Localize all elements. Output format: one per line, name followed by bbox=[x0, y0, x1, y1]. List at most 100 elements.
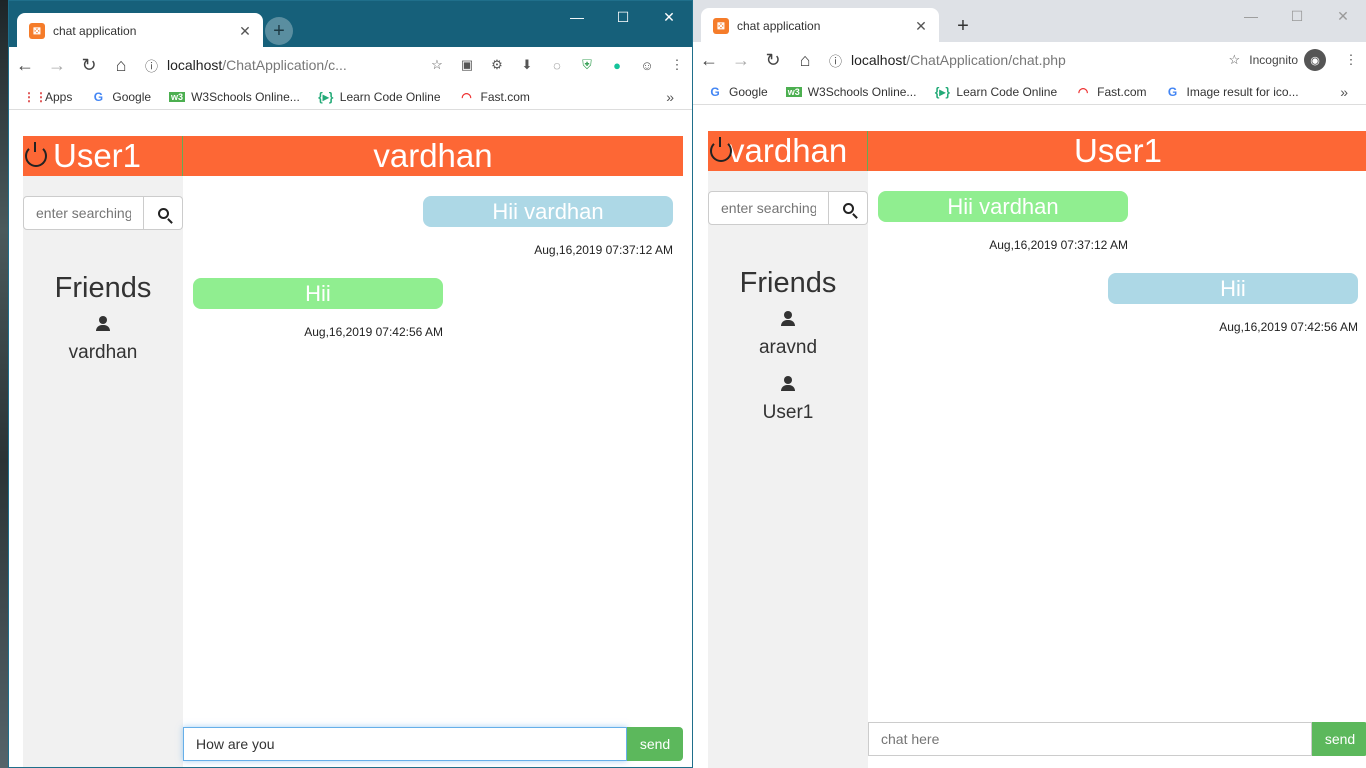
current-user-name: vardhan bbox=[728, 132, 848, 169]
friends-sidebar: Friends aravnd User1 bbox=[708, 171, 868, 768]
info-icon[interactable]: ⓘ bbox=[145, 56, 167, 75]
search-input[interactable] bbox=[23, 196, 144, 230]
speed-icon: ◠ bbox=[461, 89, 472, 104]
home-button[interactable]: ⌂ bbox=[105, 55, 137, 76]
code-icon: {▸} bbox=[934, 84, 951, 99]
menu-dots-icon[interactable]: ⋮ bbox=[1336, 52, 1366, 68]
bookmark-learn-code[interactable]: {▸} Learn Code Online bbox=[934, 85, 1057, 99]
bookmark-learn-code[interactable]: {▸} Learn Code Online bbox=[318, 89, 440, 104]
message-timestamp: Aug,16,2019 07:42:56 AM bbox=[304, 325, 443, 339]
address-bar[interactable]: ⓘ localhost/ChatApplication/c... bbox=[145, 50, 422, 80]
bookmark-w3schools[interactable]: w3 W3Schools Online... bbox=[785, 85, 916, 99]
forward-button[interactable]: → bbox=[41, 55, 73, 76]
bookmark-star-icon[interactable]: ☆ bbox=[1219, 52, 1249, 68]
message-timestamp: Aug,16,2019 07:37:12 AM bbox=[534, 243, 673, 257]
message-timestamp: Aug,16,2019 07:37:12 AM bbox=[989, 238, 1128, 252]
message-timestamp: Aug,16,2019 07:42:56 AM bbox=[1219, 320, 1358, 334]
logout-power-icon[interactable] bbox=[25, 142, 47, 167]
message-bubble: Hii bbox=[193, 278, 443, 309]
close-window-button[interactable]: ✕ bbox=[646, 5, 692, 29]
bookmark-fast[interactable]: ◠ Fast.com bbox=[1075, 85, 1147, 99]
maximize-button[interactable]: ☐ bbox=[600, 5, 646, 29]
bookmark-image-result[interactable]: G Image result for ico... bbox=[1165, 85, 1299, 99]
friend-item[interactable]: User1 bbox=[708, 376, 868, 424]
chat-app: vardhan User1 Friends aravnd User1 bbox=[708, 131, 1366, 768]
browser-toolbar: ← → ↻ ⌂ ⓘ localhost/ChatApplication/c...… bbox=[9, 47, 692, 83]
home-button[interactable]: ⌂ bbox=[789, 50, 821, 71]
title-bar: ⊠ chat application ✕ + — ☐ ✕ bbox=[693, 0, 1366, 44]
profile-avatar-icon[interactable]: ☺ bbox=[632, 58, 662, 73]
chat-partner-header: User1 bbox=[868, 131, 1366, 171]
google-icon: G bbox=[93, 89, 104, 104]
code-icon: {▸} bbox=[318, 89, 334, 104]
new-tab-button[interactable]: + bbox=[949, 12, 977, 40]
friend-item[interactable]: vardhan bbox=[23, 316, 183, 364]
incognito-icon[interactable]: ◉ bbox=[1304, 49, 1326, 71]
search-icon bbox=[842, 202, 854, 214]
back-button[interactable]: ← bbox=[693, 50, 725, 71]
minimize-button[interactable]: — bbox=[554, 5, 600, 29]
forward-button[interactable]: → bbox=[725, 50, 757, 71]
message-composer: send bbox=[868, 722, 1366, 756]
user-icon bbox=[781, 376, 795, 392]
extension-shield-icon[interactable]: ⛨ bbox=[572, 57, 602, 73]
message-area: Hii vardhan Aug,16,2019 07:37:12 AM Hii … bbox=[183, 176, 683, 767]
new-tab-button[interactable]: + bbox=[265, 17, 293, 45]
logout-power-icon[interactable] bbox=[710, 137, 732, 162]
browser-toolbar: ← → ↻ ⌂ ⓘ localhost/ChatApplication/chat… bbox=[693, 42, 1366, 78]
xampp-favicon-icon: ⊠ bbox=[29, 23, 45, 39]
tab-close-icon[interactable]: ✕ bbox=[911, 18, 931, 35]
search-button[interactable] bbox=[829, 191, 868, 225]
bookmark-google[interactable]: G Google bbox=[707, 84, 767, 99]
friend-item[interactable]: aravnd bbox=[708, 311, 868, 359]
extension-code-icon[interactable]: ◌ bbox=[542, 58, 572, 73]
url-path: /ChatApplication/c... bbox=[222, 57, 347, 73]
tab-close-icon[interactable]: ✕ bbox=[235, 23, 255, 40]
minimize-button[interactable]: — bbox=[1228, 4, 1274, 28]
xampp-favicon-icon: ⊠ bbox=[713, 18, 729, 34]
friends-sidebar: Friends vardhan bbox=[23, 176, 183, 767]
extension-gear-icon[interactable]: ⚙ bbox=[482, 57, 512, 73]
window-controls: — ☐ ✕ bbox=[554, 5, 692, 29]
search-input[interactable] bbox=[708, 191, 829, 225]
reload-button[interactable]: ↻ bbox=[73, 55, 105, 76]
message-input[interactable] bbox=[868, 722, 1312, 756]
bookmark-star-icon[interactable]: ☆ bbox=[422, 57, 452, 73]
tab-title: chat application bbox=[737, 19, 821, 33]
info-icon[interactable]: ⓘ bbox=[829, 51, 851, 70]
bookmark-google[interactable]: G Google bbox=[90, 90, 151, 104]
friends-heading: Friends bbox=[54, 272, 152, 304]
apps-grid-icon: ⋮⋮ bbox=[23, 89, 47, 104]
url-host: localhost bbox=[851, 52, 907, 68]
browser-tab[interactable]: ⊠ chat application ✕ bbox=[701, 8, 939, 44]
address-bar[interactable]: ⓘ localhost/ChatApplication/chat.php bbox=[829, 45, 1219, 75]
extension-cb-icon[interactable]: ▣ bbox=[452, 57, 482, 73]
friend-name: User1 bbox=[762, 402, 814, 423]
message-composer: send bbox=[183, 727, 683, 761]
w3schools-icon: w3 bbox=[785, 86, 802, 97]
back-button[interactable]: ← bbox=[9, 55, 41, 76]
reload-button[interactable]: ↻ bbox=[757, 50, 789, 71]
friends-heading: Friends bbox=[739, 267, 837, 299]
bookmark-fast[interactable]: ◠ Fast.com bbox=[459, 90, 530, 104]
friend-search bbox=[708, 191, 868, 225]
menu-dots-icon[interactable]: ⋮ bbox=[662, 57, 692, 73]
message-input[interactable] bbox=[183, 727, 627, 761]
bookmark-apps[interactable]: ⋮⋮ Apps bbox=[23, 90, 72, 104]
browser-tab[interactable]: ⊠ chat application ✕ bbox=[17, 13, 263, 49]
bookmarks-overflow-button[interactable]: » bbox=[666, 89, 674, 105]
maximize-button[interactable]: ☐ bbox=[1274, 4, 1320, 28]
grammarly-icon[interactable]: ● bbox=[602, 58, 632, 73]
send-button[interactable]: send bbox=[1312, 722, 1366, 756]
bookmark-w3schools[interactable]: w3 W3Schools Online... bbox=[169, 90, 300, 104]
extension-download-icon[interactable]: ⬇ bbox=[512, 57, 542, 73]
close-window-button[interactable]: ✕ bbox=[1320, 4, 1366, 28]
browser-window-left: ⊠ chat application ✕ + — ☐ ✕ ← → ↻ ⌂ ⓘ l… bbox=[8, 0, 693, 768]
google-icon: G bbox=[710, 84, 720, 99]
send-button[interactable]: send bbox=[627, 727, 683, 761]
page-viewport: vardhan User1 Friends aravnd User1 bbox=[693, 106, 1366, 768]
search-button[interactable] bbox=[144, 196, 183, 230]
bookmarks-bar: ⋮⋮ Apps G Google w3 W3Schools Online... {▸}… bbox=[9, 84, 692, 110]
bookmarks-overflow-button[interactable]: » bbox=[1340, 84, 1348, 100]
google-icon: G bbox=[1167, 84, 1178, 99]
